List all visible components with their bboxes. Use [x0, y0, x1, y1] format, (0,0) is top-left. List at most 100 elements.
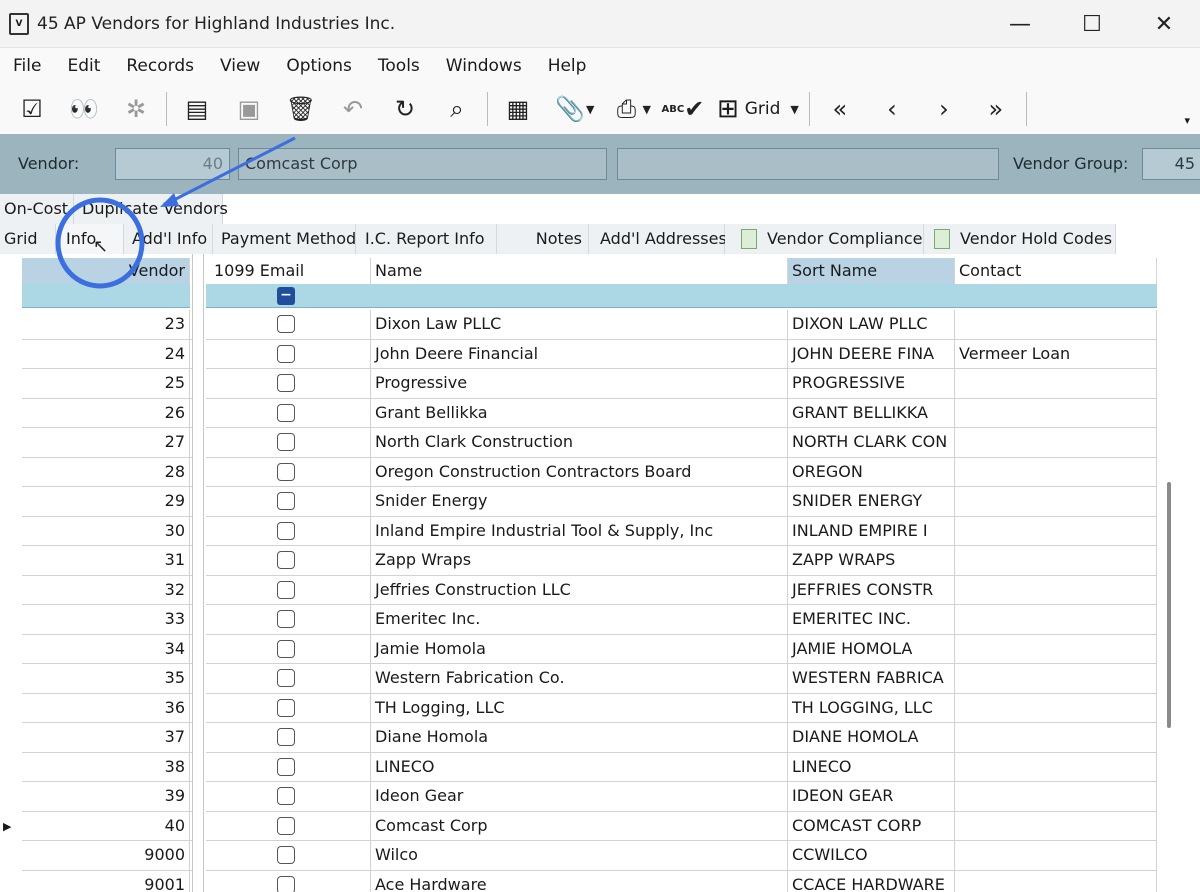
table-row[interactable]: Progressive PROGRESSIVE — [206, 369, 1157, 399]
sort-name-cell[interactable]: TH LOGGING, LLC — [788, 693, 955, 722]
table-row-left[interactable]: 35 — [22, 664, 192, 694]
vendor-number-cell[interactable]: 34 — [22, 634, 190, 663]
email-consent-checkbox[interactable] — [277, 492, 295, 510]
sort-name-cell[interactable]: DIANE HOMOLA — [788, 723, 955, 752]
email-consent-checkbox[interactable] — [277, 315, 295, 333]
tab-on-cost[interactable]: On-Cost — [0, 194, 74, 224]
table-row[interactable]: Comcast Corp COMCAST CORP — [206, 811, 1157, 841]
sort-name-cell[interactable]: NORTH CLARK CON — [788, 428, 955, 457]
table-row-left[interactable]: 33 — [22, 605, 192, 635]
table-row-left[interactable]: 28 — [22, 457, 192, 487]
table-row-left[interactable]: 39 — [22, 782, 192, 812]
table-row[interactable]: Emeritec Inc. EMERITEC INC. — [206, 605, 1157, 635]
table-row[interactable]: Jamie Homola JAMIE HOMOLA — [206, 634, 1157, 664]
contact-cell[interactable] — [955, 546, 1157, 575]
last-record-icon[interactable]: » — [970, 87, 1022, 131]
vendor-name-cell[interactable]: Snider Energy — [371, 487, 788, 516]
first-record-icon[interactable]: « — [814, 87, 866, 131]
table-row[interactable]: North Clark Construction NORTH CLARK CON — [206, 428, 1157, 458]
vendor-name-cell[interactable]: Diane Homola — [371, 723, 788, 752]
vendor-name-cell[interactable]: Inland Empire Industrial Tool & Supply, … — [371, 516, 788, 545]
spell-check-icon[interactable]: ABC ✔ — [657, 87, 709, 131]
next-record-icon[interactable]: › — [918, 87, 970, 131]
table-row[interactable]: Dixon Law PLLC DIXON LAW PLLC — [206, 310, 1157, 340]
vendor-number-cell[interactable]: 25 — [22, 369, 190, 398]
table-row[interactable]: Diane Homola DIANE HOMOLA — [206, 723, 1157, 753]
contact-cell[interactable] — [955, 870, 1157, 892]
column-header-vendor[interactable]: Vendor — [22, 258, 190, 284]
menu-windows[interactable]: Windows — [433, 56, 535, 76]
table-row-left[interactable]: 27 — [22, 428, 192, 458]
email-consent-checkbox[interactable] — [277, 787, 295, 805]
column-header-email-consent[interactable]: 1099 Email Consent — [206, 258, 371, 306]
table-row[interactable]: LINECO LINECO — [206, 752, 1157, 782]
table-row[interactable]: Zapp Wraps ZAPP WRAPS — [206, 546, 1157, 576]
tab-vendor-compliance[interactable]: Vendor Compliance — [725, 224, 924, 254]
tab-notes[interactable]: Notes — [497, 224, 589, 254]
column-header-name[interactable]: Name — [371, 258, 788, 284]
email-consent-checkbox[interactable] — [277, 728, 295, 746]
email-consent-checkbox[interactable] — [277, 551, 295, 569]
email-consent-checkbox[interactable] — [277, 433, 295, 451]
vendor-name-cell[interactable]: Zapp Wraps — [371, 546, 788, 575]
email-consent-checkbox[interactable] — [277, 521, 295, 540]
vendor-number-cell[interactable]: 30 — [22, 516, 190, 545]
contact-cell[interactable] — [955, 575, 1157, 604]
table-row-left[interactable]: 9000 — [22, 841, 192, 871]
table-row-left[interactable]: 23 — [22, 310, 192, 340]
vertical-scrollbar[interactable] — [1167, 482, 1171, 728]
email-consent-checkbox[interactable] — [277, 669, 295, 687]
vendor-name-field[interactable]: Comcast Corp — [238, 148, 607, 180]
menu-help[interactable]: Help — [535, 56, 600, 76]
tab-duplicate-vendors[interactable]: Duplicate Vendors — [74, 194, 228, 224]
email-consent-checkbox[interactable] — [277, 698, 295, 717]
sort-name-cell[interactable]: SNIDER ENERGY — [788, 487, 955, 516]
table-row-left[interactable]: 29 — [22, 487, 192, 517]
table-row-left[interactable]: 38 — [22, 752, 192, 782]
table-row[interactable]: TH Logging, LLC TH LOGGING, LLC — [206, 693, 1157, 723]
filter-row-right[interactable] — [206, 284, 1157, 308]
table-row[interactable]: Western Fabrication Co. WESTERN FABRICA — [206, 664, 1157, 694]
contact-cell[interactable] — [955, 841, 1157, 870]
contact-cell[interactable] — [955, 664, 1157, 693]
contact-cell[interactable] — [955, 487, 1157, 516]
toolbar-overflow-icon[interactable]: ▾ — [1184, 114, 1190, 127]
trash-icon[interactable]: 🗑 — [275, 87, 327, 131]
filter-row-left[interactable] — [22, 284, 190, 308]
vendor-name-cell[interactable]: Western Fabrication Co. — [371, 664, 788, 693]
table-row[interactable]: Wilco CCWILCO — [206, 841, 1157, 871]
tab-vendor-hold-codes[interactable]: Vendor Hold Codes — [924, 224, 1116, 254]
contact-cell[interactable] — [955, 693, 1157, 722]
vendor-name-cell[interactable]: North Clark Construction — [371, 428, 788, 457]
sort-name-cell[interactable]: CCWILCO — [788, 841, 955, 870]
menu-view[interactable]: View — [207, 56, 273, 76]
filter-consent-toggle[interactable]: − — [277, 287, 295, 305]
table-row-left[interactable]: 36 — [22, 693, 192, 723]
sort-name-cell[interactable]: WESTERN FABRICA — [788, 664, 955, 693]
vendor-number-field[interactable]: 40 — [115, 148, 230, 180]
email-consent-checkbox[interactable] — [277, 374, 295, 392]
email-consent-checkbox[interactable] — [277, 875, 295, 892]
gear-tools-icon[interactable]: ✲ — [110, 87, 162, 131]
contact-cell[interactable] — [955, 782, 1157, 811]
contact-cell[interactable] — [955, 310, 1157, 339]
sort-name-cell[interactable]: OREGON — [788, 457, 955, 486]
email-consent-checkbox[interactable] — [277, 639, 295, 658]
vendor-number-cell[interactable]: 37 — [22, 723, 190, 752]
vendor-number-cell[interactable]: 38 — [22, 752, 190, 781]
table-row[interactable]: John Deere Financial JOHN DEERE FINA Verme… — [206, 339, 1157, 369]
vendor-name-cell[interactable]: Progressive — [371, 369, 788, 398]
menu-edit[interactable]: Edit — [54, 56, 113, 76]
contact-cell[interactable] — [955, 723, 1157, 752]
previous-record-icon[interactable]: ‹ — [866, 87, 918, 131]
table-row-left[interactable]: 25 — [22, 369, 192, 399]
vendor-name-cell[interactable]: Ace Hardware — [371, 870, 788, 892]
table-row-left[interactable]: 9001 — [22, 870, 192, 892]
undo-icon[interactable]: ↶ — [327, 87, 379, 131]
email-consent-checkbox[interactable] — [277, 403, 295, 422]
email-consent-checkbox[interactable] — [277, 580, 295, 599]
vendor-name-cell[interactable]: John Deere Financial — [371, 339, 788, 368]
contact-cell[interactable] — [955, 752, 1157, 781]
contact-cell[interactable] — [955, 516, 1157, 545]
vendor-number-cell[interactable]: 33 — [22, 605, 190, 634]
